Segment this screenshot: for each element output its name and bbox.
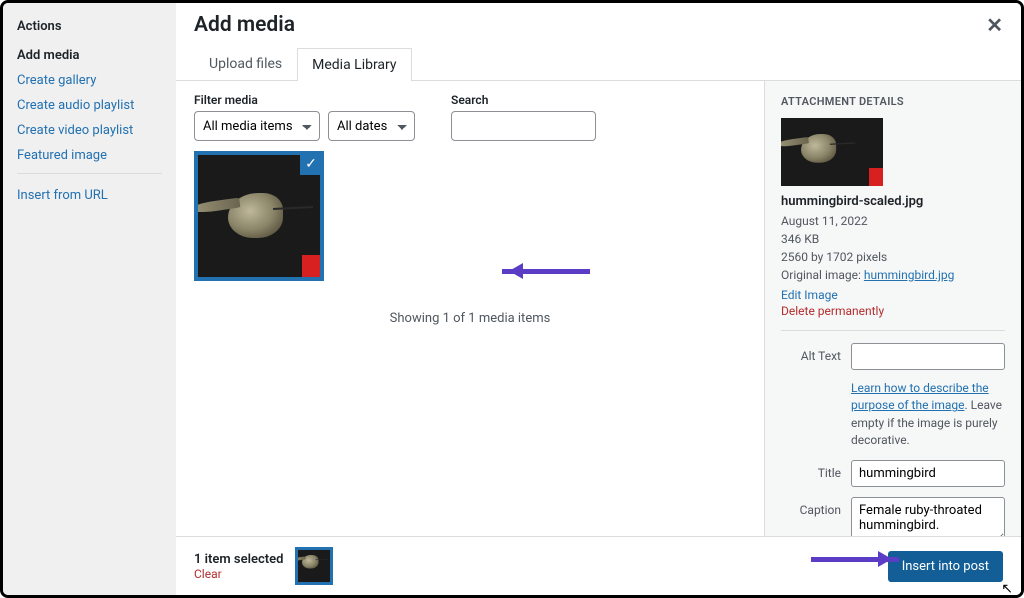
alt-text-label: Alt Text [781, 343, 841, 363]
details-date: August 11, 2022 [781, 214, 868, 228]
selection-info: 1 item selected Clear [194, 552, 283, 581]
media-count-text: Showing 1 of 1 media items [194, 311, 746, 326]
cursor-icon: ↖ [1001, 581, 1013, 597]
title-input[interactable] [851, 460, 1005, 487]
filter-date-select[interactable]: All dates [328, 111, 415, 141]
alt-text-input[interactable] [851, 343, 1005, 370]
footer-thumbnail[interactable] [295, 547, 333, 585]
caption-label: Caption [781, 497, 841, 517]
title-row: Title [781, 460, 1005, 487]
check-icon[interactable]: ✓ [300, 153, 322, 175]
filter-media-column: Filter media All media items All dates [194, 93, 415, 141]
delete-permanently-link[interactable]: Delete permanently [781, 304, 1005, 318]
modal-title: Add media [194, 13, 295, 37]
search-column: Search [451, 93, 596, 141]
sidebar-item-insert-from-url[interactable]: Insert from URL [17, 188, 162, 203]
sidebar-item-create-video-playlist[interactable]: Create video playlist [17, 123, 162, 138]
attachment-details: ATTACHMENT DETAILS hummingbird-scaled.jp… [764, 81, 1021, 536]
filter-media-label: Filter media [194, 93, 415, 107]
alt-help-text: Learn how to describe the purpose of the… [851, 380, 1005, 450]
selected-count: 1 item selected [194, 552, 283, 567]
details-thumbnail [781, 118, 883, 186]
details-heading: ATTACHMENT DETAILS [781, 95, 1005, 108]
details-original-label: Original image: [781, 268, 864, 282]
modal-header: Add media ✕ [176, 3, 1021, 37]
actions-sidebar: Actions Add media Create gallery Create … [3, 3, 176, 595]
content-area: Filter media All media items All dates S… [176, 81, 1021, 536]
title-label: Title [781, 460, 841, 480]
sidebar-item-create-gallery[interactable]: Create gallery [17, 73, 162, 88]
main-panel: Add media ✕ Upload files Media Library F… [176, 3, 1021, 595]
tab-upload-files[interactable]: Upload files [194, 47, 297, 80]
details-dimensions: 2560 by 1702 pixels [781, 250, 887, 264]
sidebar-item-add-media[interactable]: Add media [17, 48, 162, 63]
search-label: Search [451, 93, 596, 107]
tab-bar: Upload files Media Library [176, 37, 1021, 81]
details-divider [781, 330, 1005, 331]
thumbnail-grid: ✓ [194, 151, 746, 281]
search-input[interactable] [451, 111, 596, 141]
details-size: 346 KB [781, 232, 819, 246]
sidebar-heading: Actions [17, 19, 162, 34]
annotation-arrow-footer [811, 557, 899, 562]
modal-footer: 1 item selected Clear Insert into post ↖ [176, 536, 1021, 595]
insert-into-post-button[interactable]: Insert into post [888, 551, 1003, 582]
edit-image-link[interactable]: Edit Image [781, 288, 1005, 302]
caption-row: Caption [781, 497, 1005, 536]
media-modal: Actions Add media Create gallery Create … [0, 0, 1024, 598]
media-thumbnail-selected[interactable]: ✓ [194, 151, 324, 281]
sidebar-item-create-audio-playlist[interactable]: Create audio playlist [17, 98, 162, 113]
annotation-arrow [502, 269, 590, 274]
details-original-link[interactable]: hummingbird.jpg [864, 268, 954, 282]
sidebar-divider [17, 173, 162, 174]
tab-media-library[interactable]: Media Library [297, 48, 411, 81]
alt-text-row: Alt Text [781, 343, 1005, 370]
filter-type-select[interactable]: All media items [194, 111, 320, 141]
details-filename: hummingbird-scaled.jpg [781, 194, 1005, 209]
alt-help-row: Learn how to describe the purpose of the… [781, 380, 1005, 450]
media-browser: Filter media All media items All dates S… [176, 81, 764, 536]
caption-input[interactable] [851, 497, 1005, 536]
filter-bar: Filter media All media items All dates S… [194, 93, 746, 141]
clear-selection-link[interactable]: Clear [194, 567, 283, 581]
details-meta: August 11, 2022 346 KB 2560 by 1702 pixe… [781, 212, 1005, 284]
close-icon[interactable]: ✕ [986, 13, 1003, 37]
sidebar-item-featured-image[interactable]: Featured image [17, 148, 162, 163]
